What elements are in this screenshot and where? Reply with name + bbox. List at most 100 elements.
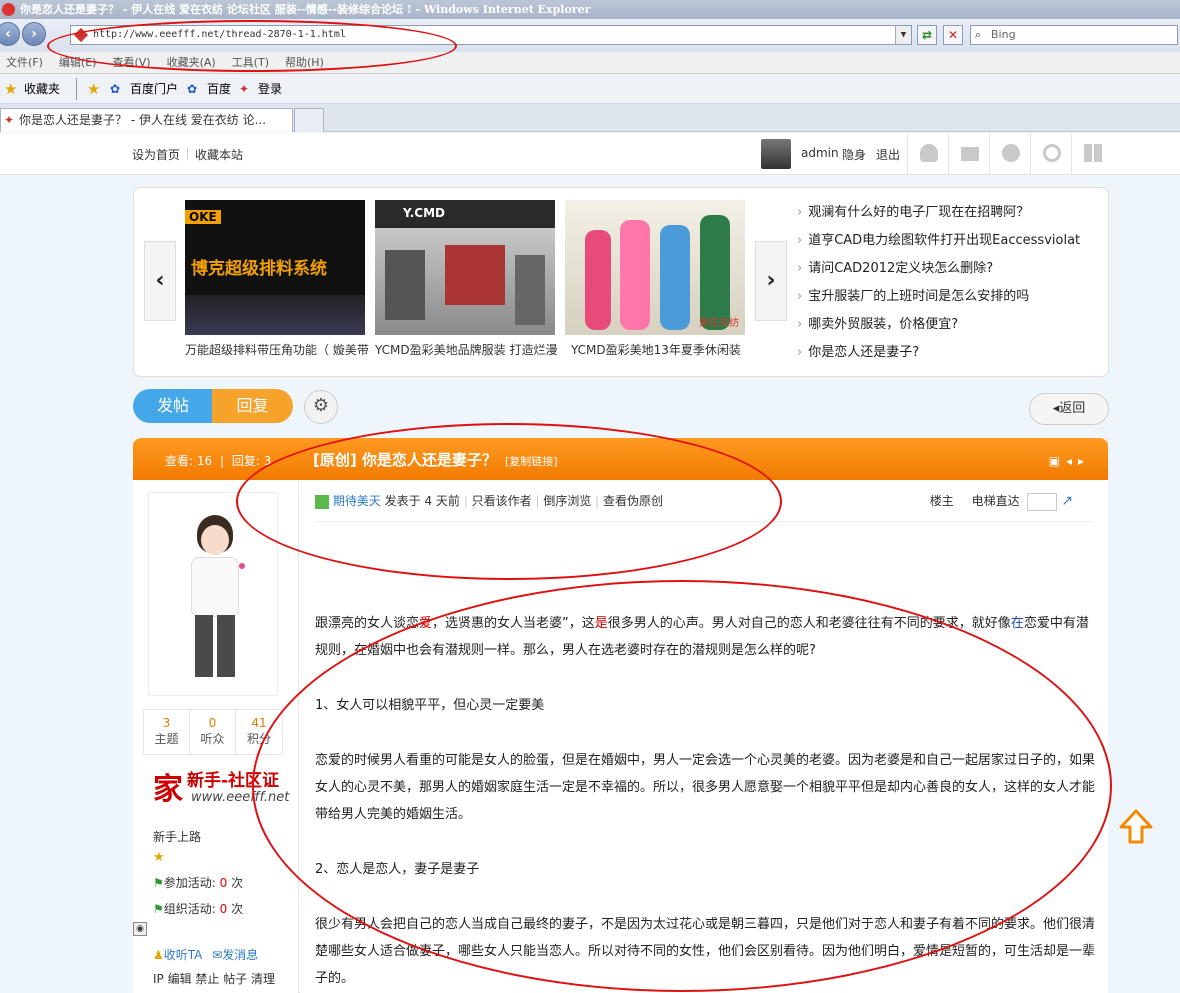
annotation-ellipse-url — [47, 20, 457, 72]
avatar[interactable] — [761, 139, 791, 169]
next-thread-icon[interactable]: ▸ — [1078, 454, 1090, 468]
fav-link-baidu[interactable]: 百度 — [207, 74, 231, 104]
activity-organized: ⚑组织活动: 0 次 — [153, 902, 244, 916]
medal-logo-icon: 家 — [153, 772, 183, 807]
browser-tab-active[interactable]: ✦ 你是恋人还是妻子？ - 伊人在线 爱在衣纺 论... — [0, 108, 293, 132]
activity-joined: ⚑参加活动: 0 次 — [153, 876, 244, 890]
views-label: 查看: — [165, 454, 194, 468]
slide-caption-3[interactable]: YCMD盈彩美地13年夏季休闲装 — [571, 341, 756, 358]
slide-image-1[interactable]: OKE 博克超级排料系统 — [185, 200, 365, 335]
slide-image-3-watermark: 爱在衣纺 — [699, 318, 739, 329]
site-favicon-icon: ✦ — [4, 113, 15, 127]
forward-arrow-icon[interactable]: › — [22, 22, 46, 46]
message-icon: ✉ — [212, 948, 223, 962]
follow-link[interactable]: 收听TA — [164, 948, 203, 962]
news-item[interactable]: 你是恋人还是妻子? — [797, 341, 1097, 369]
annotation-ellipse-body — [252, 580, 1112, 992]
floor-nav: 楼主 电梯直达 ↗ — [930, 492, 1073, 511]
news-item[interactable]: 哪卖外贸服装，价格便宜? — [797, 313, 1097, 341]
grid-icon[interactable] — [1071, 133, 1112, 175]
views-count: 16 — [196, 454, 213, 468]
reply-button[interactable]: 回复 — [212, 389, 293, 423]
annotation-ellipse-author — [236, 423, 782, 580]
ie-icon — [2, 3, 15, 16]
settings-gear-icon[interactable]: ⚙ — [304, 390, 338, 424]
tab-title: 你是恋人还是妻子？ - 伊人在线 爱在衣纺 论... — [19, 113, 267, 127]
fav-link-login[interactable]: 登录 — [258, 74, 282, 104]
fav-link-baidu-portal[interactable]: 百度门户 — [130, 74, 178, 104]
print-icon[interactable]: ▣ — [1049, 454, 1066, 468]
new-post-button[interactable]: 发帖 — [133, 389, 213, 423]
jump-go-icon[interactable]: ↗ — [1061, 493, 1073, 509]
follow-icon: ♟ — [153, 948, 164, 962]
favorites-button[interactable]: 收藏夹 — [24, 74, 60, 104]
divider — [76, 78, 77, 100]
user-actions: ♟收听TA ✉发消息 — [153, 946, 258, 963]
search-placeholder: Bing — [991, 28, 1016, 41]
slide-caption-2[interactable]: YCMD盈彩美地品牌服装 打造烂漫 — [375, 341, 560, 358]
favorites-bar: ★ 收藏夹 ★ ✿ 百度门户 ✿ 百度 ✦ 登录 — [0, 74, 1180, 104]
thread-header-icons: ▣◂▸ — [1049, 454, 1090, 468]
menu-file[interactable]: 文件(F) — [6, 56, 43, 69]
back-label: 返回 — [1059, 401, 1086, 416]
scroll-to-top-icon[interactable] — [1118, 808, 1154, 846]
back-button[interactable]: ◂返回 — [1029, 393, 1109, 425]
add-favorite-icon[interactable]: ★ — [87, 74, 100, 104]
set-home-link[interactable]: 设为首页 — [132, 146, 180, 163]
baidu-paw-icon: ✿ — [110, 82, 121, 96]
site-top-bar: 设为首页 收藏本站 admin 隐身 退出 — [0, 133, 1180, 175]
news-item[interactable]: 道亨CAD电力绘图软件打开出现Eaccessviolat — [797, 229, 1097, 257]
back-arrow-icon[interactable]: ‹ — [0, 22, 20, 46]
featured-slider: ‹ OKE 博克超级排料系统 万能超级排料带压角功能（ 嫙美带 Y.CMD YC… — [133, 187, 1109, 377]
mail-icon[interactable] — [948, 133, 989, 175]
slide-image-2-logo: Y.CMD — [403, 206, 445, 220]
tab-bar: ✦ 你是恋人还是妻子？ - 伊人在线 爱在衣纺 论... — [0, 104, 1180, 132]
news-item[interactable]: 观澜有什么好的电子厂现在在招聘阿？ — [797, 201, 1097, 229]
news-item[interactable]: 宝升服装厂的上班时间是怎么安排的吗 — [797, 285, 1097, 313]
baidu-paw-icon: ✿ — [187, 82, 198, 96]
refresh-icon[interactable]: ⇄ — [917, 25, 937, 45]
slide-image-1-text: 博克超级排料系统 — [191, 259, 327, 279]
slider-prev-button[interactable]: ‹ — [144, 241, 176, 321]
thread-stats: 查看: 16 | 回复: 3 — [165, 454, 272, 468]
address-dropdown-icon[interactable]: ▼ — [895, 26, 911, 44]
admin-links[interactable]: IP 编辑 禁止 帖子 清理 — [153, 970, 275, 987]
slider-next-button[interactable]: › — [755, 241, 787, 321]
camera-icon[interactable]: ◉ — [133, 922, 147, 936]
news-item[interactable]: 请问CAD2012定义块怎么删除? — [797, 257, 1097, 285]
search-input[interactable]: ⌕ Bing — [970, 25, 1178, 45]
floor-jump-input[interactable] — [1027, 492, 1058, 511]
slide-image-2[interactable]: Y.CMD — [375, 200, 555, 335]
stop-icon[interactable]: ✕ — [943, 25, 963, 45]
send-message-link[interactable]: 发消息 — [222, 948, 258, 962]
window-title: 你是恋人还是妻子？ - 伊人在线 爱在衣纺 论坛社区 服装--情感--装修综合论… — [20, 3, 591, 16]
stat-followers[interactable]: 0 听众 — [190, 710, 236, 754]
activity-icon: ⚑ — [153, 902, 164, 916]
stat-topics[interactable]: 3 主题 — [144, 710, 190, 754]
bookmark-link[interactable]: 收藏本站 — [195, 146, 243, 163]
slide-caption-1[interactable]: 万能超级排料带压角功能（ 嫙美带 — [185, 341, 370, 358]
invisible-link[interactable]: 隐身 — [842, 146, 866, 163]
divider — [187, 147, 188, 160]
slide-image-3[interactable]: 爱在衣纺 — [565, 200, 745, 335]
rank-star-icon: ★ — [153, 850, 165, 865]
elevator-label: 电梯直达 — [971, 494, 1020, 508]
search-icon[interactable] — [1030, 133, 1071, 175]
activity-icon: ⚑ — [153, 876, 164, 890]
slide-image-1-logo: OKE — [185, 210, 221, 224]
logout-link[interactable]: 退出 — [876, 146, 900, 163]
prev-thread-icon[interactable]: ◂ — [1066, 454, 1078, 468]
site-favicon-icon: ✦ — [239, 82, 250, 96]
user-rank: 新手上路 — [153, 830, 202, 844]
latest-news-list: 观澜有什么好的电子厂现在在招聘阿？ 道亨CAD电力绘图软件打开出现Eaccess… — [797, 201, 1097, 369]
username-link[interactable]: admin — [801, 146, 839, 160]
favorites-star-icon: ★ — [4, 80, 18, 98]
search-icon: ⌕ — [975, 28, 982, 41]
replies-label: 回复: — [231, 454, 260, 468]
user-icon[interactable] — [907, 133, 948, 175]
window-title-bar: 你是恋人还是妻子？ - 伊人在线 爱在衣纺 论坛社区 服装--情感--装修综合论… — [0, 0, 1180, 19]
thread-actions: 发帖 回复 ⚙ ◂返回 — [133, 389, 1109, 429]
floor-label: 楼主 — [929, 494, 954, 508]
new-tab-button[interactable] — [294, 108, 324, 132]
gear-icon[interactable] — [989, 133, 1030, 175]
